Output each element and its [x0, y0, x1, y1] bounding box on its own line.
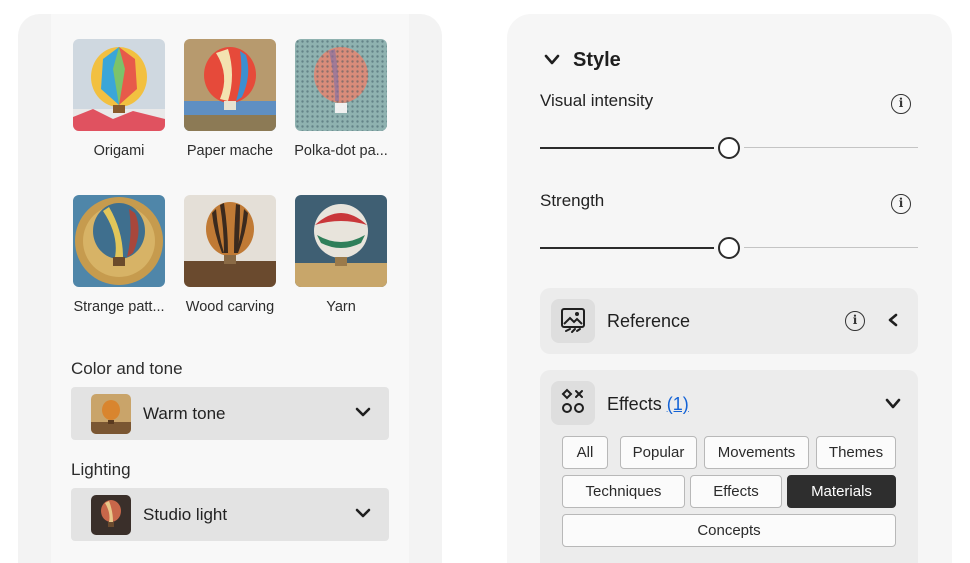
- lighting-label: Lighting: [71, 460, 131, 479]
- thumb-label: Origami: [93, 143, 145, 159]
- chip-themes[interactable]: Themes: [816, 436, 896, 469]
- polka-dot-balloon-image: [295, 39, 387, 131]
- strength-slider[interactable]: [540, 236, 918, 260]
- chip-popular[interactable]: Popular: [620, 436, 697, 469]
- style-thumb-paper-mache[interactable]: Paper mache: [174, 39, 286, 159]
- chevron-left-icon[interactable]: [886, 312, 900, 328]
- lighting-value: Studio light: [143, 505, 228, 524]
- slider-track: [744, 147, 918, 148]
- thumb-label: Strange patt...: [73, 299, 165, 315]
- style-thumb-strange-patterns[interactable]: Strange patt...: [63, 195, 175, 315]
- chip-techniques[interactable]: Techniques: [562, 475, 685, 508]
- image-reference-icon: [551, 299, 595, 343]
- paper-mache-balloon-image: [184, 39, 276, 131]
- chip-all[interactable]: All: [562, 436, 608, 469]
- chevron-down-icon[interactable]: [884, 397, 902, 411]
- thumb-label: Paper mache: [186, 143, 274, 159]
- chip-movements[interactable]: Movements: [704, 436, 809, 469]
- visual-intensity-label: Visual intensity: [540, 91, 654, 110]
- chip-materials[interactable]: Materials: [787, 475, 896, 508]
- reference-accordion[interactable]: Reference i: [540, 288, 918, 354]
- warm-tone-thumbnail: [91, 394, 131, 434]
- slider-track: [744, 247, 918, 248]
- slider-handle[interactable]: [718, 237, 740, 259]
- thumb-label: Wood carving: [185, 299, 275, 315]
- studio-light-thumbnail: [91, 495, 131, 535]
- style-thumb-origami[interactable]: Origami: [63, 39, 175, 159]
- effects-count-link[interactable]: (1): [667, 394, 689, 414]
- strength-label: Strength: [540, 191, 605, 210]
- chip-concepts[interactable]: Concepts: [562, 514, 896, 547]
- chevron-down-icon: [355, 508, 371, 518]
- thumb-label: Yarn: [326, 299, 356, 315]
- strange-pattern-balloon-image: [73, 195, 165, 287]
- style-thumb-polka-dot[interactable]: Polka-dot pa...: [285, 39, 397, 159]
- chip-effects[interactable]: Effects: [690, 475, 782, 508]
- slider-handle[interactable]: [718, 137, 740, 159]
- info-icon[interactable]: i: [891, 94, 911, 114]
- color-tone-label: Color and tone: [71, 359, 183, 378]
- effects-title[interactable]: Effects (1): [607, 394, 689, 415]
- effects-label: Effects: [607, 394, 662, 414]
- origami-balloon-image: [73, 39, 165, 131]
- info-icon[interactable]: i: [845, 311, 865, 331]
- lighting-picker[interactable]: Studio light: [71, 488, 389, 541]
- effects-grid-icon: [551, 381, 595, 425]
- color-tone-value: Warm tone: [143, 404, 226, 423]
- style-thumb-yarn[interactable]: Yarn: [285, 195, 397, 315]
- visual-intensity-slider[interactable]: [540, 136, 918, 160]
- slider-track-fill: [540, 147, 714, 149]
- color-tone-picker[interactable]: Warm tone: [71, 387, 389, 440]
- chevron-down-icon[interactable]: [543, 53, 561, 67]
- slider-track-fill: [540, 247, 714, 249]
- thumb-label: Polka-dot pa...: [294, 143, 388, 159]
- wood-carving-balloon-image: [184, 195, 276, 287]
- style-thumb-wood-carving[interactable]: Wood carving: [174, 195, 286, 315]
- chevron-down-icon: [355, 407, 371, 417]
- reference-title: Reference: [607, 311, 691, 331]
- info-icon[interactable]: i: [891, 194, 911, 214]
- style-section-title[interactable]: Style: [573, 49, 621, 72]
- yarn-balloon-image: [295, 195, 387, 287]
